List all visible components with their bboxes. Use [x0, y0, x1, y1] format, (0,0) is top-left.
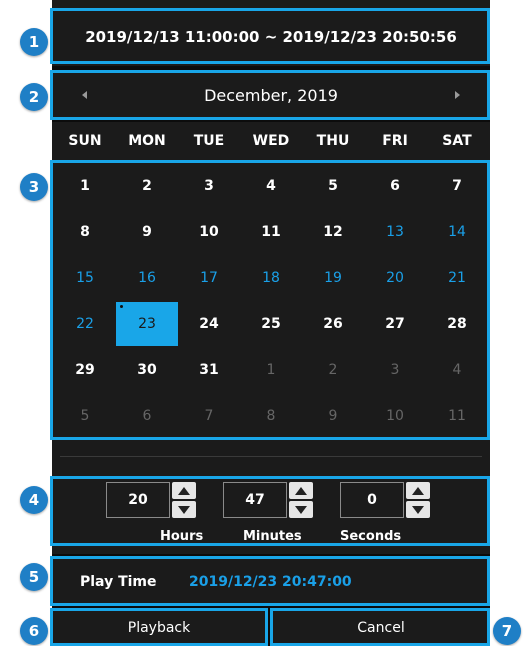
highlight-box-6 [50, 608, 268, 646]
highlight-box-4 [50, 476, 490, 546]
weekday-label: MON [128, 133, 166, 149]
weekday-header: SUN MON TUE WED THU FRI SAT [52, 122, 490, 160]
highlight-box-3 [50, 160, 490, 440]
weekday-label: WED [252, 133, 290, 149]
callout-badge: 4 [20, 486, 48, 514]
weekday-label: FRI [382, 133, 408, 149]
highlight-box-1 [50, 8, 490, 64]
highlight-box-7 [270, 608, 490, 646]
callout-badge: 3 [20, 173, 48, 201]
callout-badge: 5 [20, 563, 48, 591]
callout-badge: 7 [493, 617, 521, 645]
highlight-box-2 [50, 70, 490, 120]
weekday-label: THU [316, 133, 350, 149]
callout-badge: 6 [20, 617, 48, 645]
callout-badge: 2 [20, 83, 48, 111]
divider [60, 456, 482, 457]
weekday-label: SAT [442, 133, 472, 149]
weekday-label: TUE [193, 133, 225, 149]
weekday-label: SUN [68, 133, 102, 149]
highlight-box-5 [50, 556, 490, 606]
callout-badge: 1 [20, 28, 48, 56]
